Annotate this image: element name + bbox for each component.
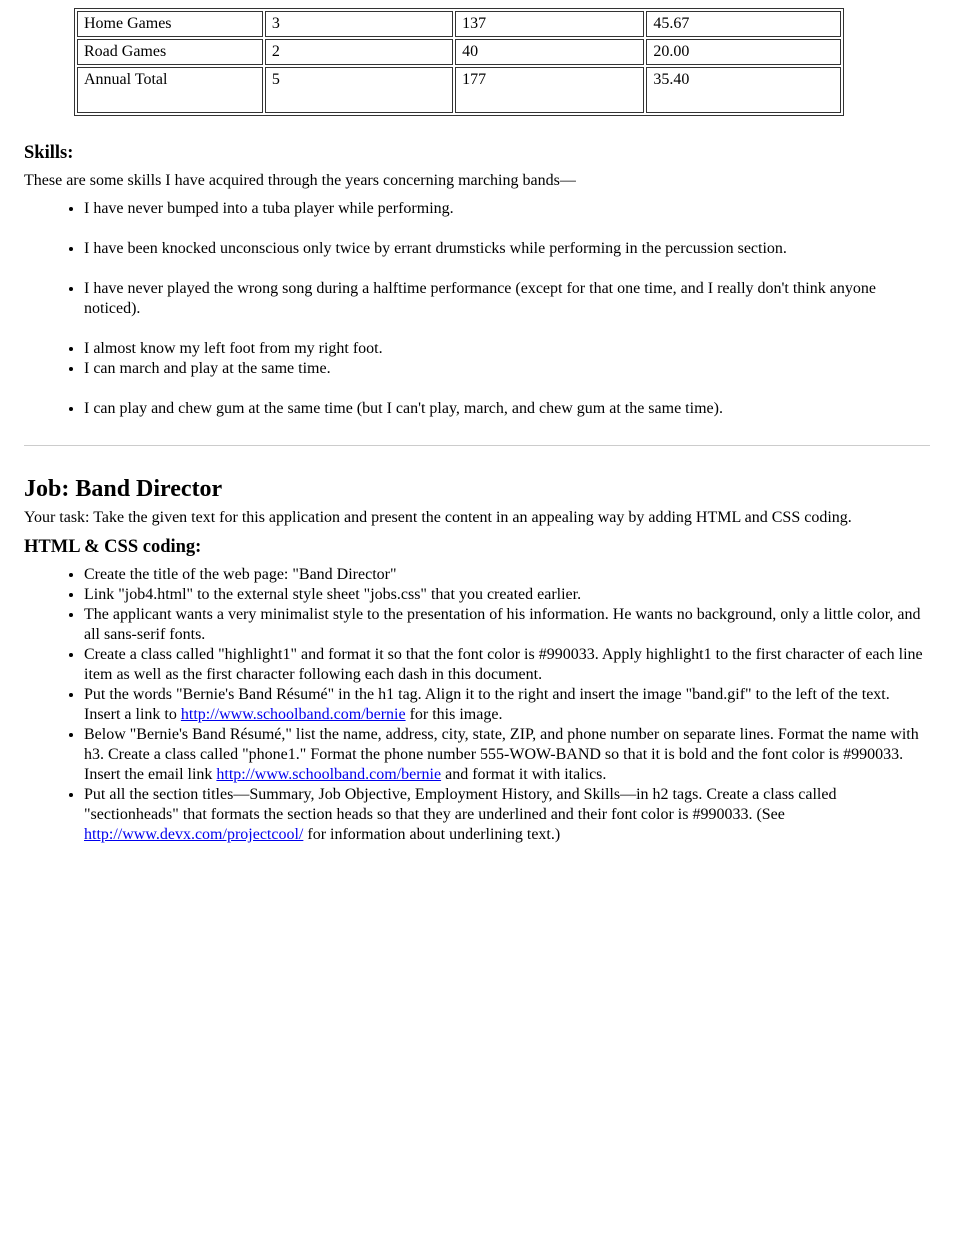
cell: 3 [265, 11, 453, 37]
cell: 2 [265, 39, 453, 65]
text: and format it with italics. [441, 766, 606, 783]
text: for this image. [406, 706, 503, 723]
list-item: Link "job4.html" to the external style s… [84, 585, 930, 605]
cell: 5 [265, 67, 453, 113]
table-row: Annual Total 5 177 35.40 [77, 67, 841, 113]
cell: 45.67 [646, 11, 841, 37]
list-item: The applicant wants a very minimalist st… [84, 605, 930, 645]
list-item: I have never bumped into a tuba player w… [84, 199, 930, 239]
cell: 137 [455, 11, 644, 37]
schoolband-link-2[interactable]: http://www.schoolband.com/bernie [216, 766, 441, 783]
divider [24, 445, 930, 446]
cell: 40 [455, 39, 644, 65]
list-item: I have been knocked unconscious only twi… [84, 239, 930, 279]
stats-table: Home Games 3 137 45.67 Road Games 2 40 2… [74, 8, 844, 116]
skills-list: I have never bumped into a tuba player w… [44, 199, 930, 419]
devx-link[interactable]: http://www.devx.com/projectcool/ [84, 826, 303, 843]
skills-heading: Skills: [24, 142, 930, 165]
table-row: Home Games 3 137 45.67 [77, 11, 841, 37]
list-item: I have never played the wrong song durin… [84, 279, 930, 339]
job-heading: Job: Band Director [24, 474, 930, 504]
list-item: Create the title of the web page: "Band … [84, 565, 930, 585]
list-item: Put all the section titles—Summary, Job … [84, 785, 930, 845]
cell: Annual Total [77, 67, 263, 113]
text: for information about underlining text.) [303, 826, 560, 843]
cell: 35.40 [646, 67, 841, 113]
job-task: Your task: Take the given text for this … [24, 508, 930, 528]
coding-list: Create the title of the web page: "Band … [44, 565, 930, 845]
cell: 20.00 [646, 39, 841, 65]
cell: 177 [455, 67, 644, 113]
cell: Home Games [77, 11, 263, 37]
list-item: I almost know my left foot from my right… [84, 339, 930, 359]
list-item: Put the words "Bernie's Band Résumé" in … [84, 685, 930, 725]
list-item: Create a class called "highlight1" and f… [84, 645, 930, 685]
cell: Road Games [77, 39, 263, 65]
list-item: I can play and chew gum at the same time… [84, 399, 930, 419]
text: Put all the section titles—Summary, Job … [84, 786, 836, 823]
skills-intro: These are some skills I have acquired th… [24, 171, 930, 191]
coding-heading: HTML & CSS coding: [24, 536, 930, 559]
schoolband-link-1[interactable]: http://www.schoolband.com/bernie [181, 706, 406, 723]
list-item: Below "Bernie's Band Résumé," list the n… [84, 725, 930, 785]
list-item: I can march and play at the same time. [84, 359, 930, 399]
table-row: Road Games 2 40 20.00 [77, 39, 841, 65]
